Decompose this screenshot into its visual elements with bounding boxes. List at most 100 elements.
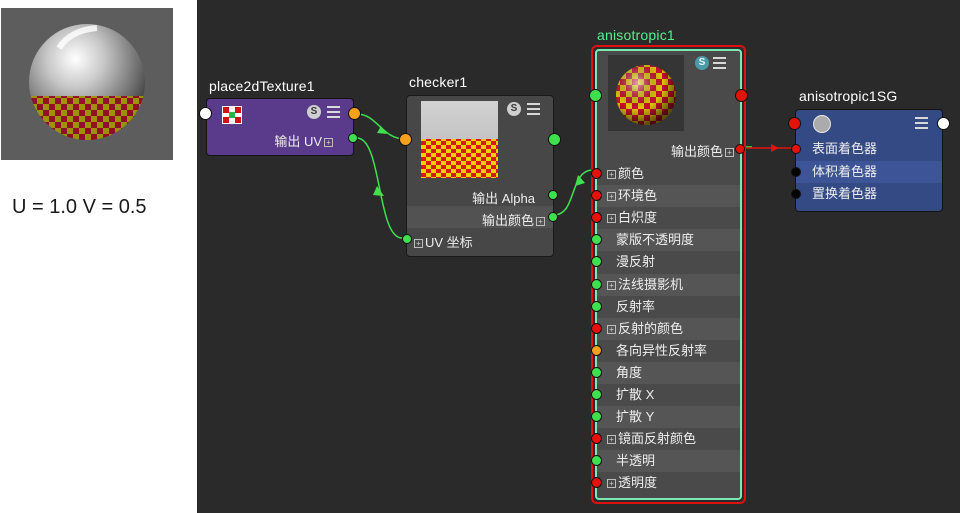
anisotropic-node[interactable]: S 输出颜色 + + 颜色 + 环境色 + 白炽度 蒙版不透明度 漫反射 + 法线摄影机 反射率 + 反射… bbox=[589, 49, 748, 500]
out-color-label: 输出颜色 bbox=[481, 213, 534, 228]
out-alpha-port[interactable] bbox=[548, 190, 558, 200]
attribute-row[interactable]: 角度 bbox=[591, 361, 740, 384]
shading-group-node-title[interactable]: anisotropic1SG bbox=[799, 88, 898, 104]
output-port-red[interactable] bbox=[735, 89, 748, 102]
attribute-label: 反射的颜色 bbox=[618, 320, 684, 336]
wire-arrow bbox=[575, 175, 585, 186]
place2d-texture-node[interactable]: S 输出 UV + bbox=[199, 98, 361, 156]
swatch-toggle-icon[interactable]: S bbox=[695, 56, 709, 70]
expand-icon[interactable]: + bbox=[414, 239, 423, 249]
checker-node[interactable]: S 输出 Alpha 输出颜色 + + UV 坐标 bbox=[399, 95, 561, 257]
attribute-port[interactable] bbox=[591, 389, 602, 400]
node-graph-editor[interactable]: place2dTexture1 S 输出 UV + checker1 S 输出 … bbox=[197, 0, 960, 513]
attribute-row[interactable]: + 法线摄影机 bbox=[591, 273, 740, 296]
out-uv-label: 输出 UV bbox=[274, 134, 322, 149]
expand-icon[interactable]: + bbox=[607, 214, 616, 224]
expand-icon[interactable]: + bbox=[607, 170, 616, 180]
wire-checker-to-aniso-color bbox=[553, 169, 594, 216]
attribute-row[interactable]: 漫反射 bbox=[591, 251, 740, 273]
attribute-row[interactable]: + 镜面反射颜色 bbox=[591, 428, 740, 450]
wire-place2d-outuv-to-uvcoord bbox=[356, 137, 403, 239]
output-port[interactable] bbox=[937, 117, 950, 130]
out-color-port[interactable] bbox=[735, 144, 745, 154]
shading-group-row[interactable]: 表面着色器 bbox=[791, 138, 942, 160]
anisotropic-node-title[interactable]: anisotropic1 bbox=[597, 27, 675, 43]
wire-place2d-to-checker-orange bbox=[356, 113, 406, 140]
shading-group-label: 表面着色器 bbox=[812, 141, 878, 156]
attribute-label: 漫反射 bbox=[616, 254, 656, 270]
attribute-port[interactable] bbox=[591, 234, 602, 246]
wire-arrow bbox=[771, 144, 779, 152]
attribute-port[interactable] bbox=[591, 477, 602, 489]
expand-icon[interactable]: + bbox=[607, 280, 616, 290]
attribute-row[interactable]: + 透明度 bbox=[591, 472, 740, 494]
checker-sphere-icon bbox=[616, 65, 676, 125]
input-port[interactable] bbox=[199, 107, 212, 120]
attribute-row[interactable]: 扩散 X bbox=[591, 384, 740, 406]
shading-group-row[interactable]: 体积着色器 bbox=[791, 160, 942, 183]
output-port-orange[interactable] bbox=[348, 107, 361, 120]
place2d-texture-icon bbox=[222, 106, 242, 124]
attribute-port[interactable] bbox=[591, 212, 602, 224]
output-port[interactable] bbox=[548, 133, 561, 146]
connection-wires bbox=[356, 113, 793, 239]
uv-coordinate-readout: U = 1.0 V = 0.5 bbox=[12, 196, 147, 218]
attribute-port[interactable] bbox=[591, 300, 602, 312]
shading-group-node[interactable]: 表面着色器体积着色器置换着色器 bbox=[788, 109, 950, 212]
shading-group-row[interactable]: 置换着色器 bbox=[791, 183, 942, 205]
expand-icon[interactable]: + bbox=[536, 217, 545, 227]
expand-icon[interactable]: + bbox=[607, 192, 616, 202]
expand-icon[interactable]: + bbox=[607, 435, 616, 445]
input-port-red[interactable] bbox=[788, 117, 801, 130]
attribute-label: 扩散 X bbox=[616, 387, 655, 402]
expand-icon[interactable]: + bbox=[324, 138, 333, 148]
out-color-port[interactable] bbox=[548, 212, 558, 222]
attribute-port[interactable] bbox=[591, 168, 602, 179]
checker-node-title[interactable]: checker1 bbox=[409, 74, 467, 90]
input-port-orange[interactable] bbox=[399, 133, 412, 146]
attribute-row[interactable]: + 颜色 bbox=[591, 163, 740, 185]
attribute-row[interactable]: 扩散 Y bbox=[591, 406, 740, 429]
out-uv-port[interactable] bbox=[348, 133, 358, 143]
swatch-toggle-icon[interactable]: S bbox=[307, 105, 321, 119]
shading-group-port[interactable] bbox=[791, 189, 801, 199]
uv-coord-port[interactable] bbox=[402, 234, 412, 244]
attribute-row[interactable]: 各向异性反射率 bbox=[591, 340, 740, 362]
input-port[interactable] bbox=[589, 89, 602, 102]
attribute-port[interactable] bbox=[591, 344, 602, 356]
material-preview-swatch bbox=[1, 8, 173, 160]
attribute-row[interactable]: + 反射的颜色 bbox=[591, 317, 740, 340]
expand-icon[interactable]: + bbox=[607, 479, 616, 489]
attribute-port[interactable] bbox=[591, 278, 602, 290]
menu-icon[interactable] bbox=[527, 103, 540, 115]
attribute-row[interactable]: 半透明 bbox=[591, 450, 740, 473]
menu-icon[interactable] bbox=[915, 117, 928, 129]
menu-icon[interactable] bbox=[713, 57, 726, 69]
attribute-port[interactable] bbox=[591, 455, 602, 467]
attribute-port[interactable] bbox=[591, 411, 602, 423]
attribute-port[interactable] bbox=[591, 322, 602, 334]
uv-coord-label: UV 坐标 bbox=[425, 235, 473, 250]
out-color-label: 输出颜色 bbox=[670, 144, 723, 159]
shading-group-label: 体积着色器 bbox=[812, 163, 878, 179]
wire-arrow bbox=[377, 126, 387, 134]
attribute-label: 蒙版不透明度 bbox=[616, 232, 695, 248]
attribute-row[interactable]: + 环境色 bbox=[591, 185, 740, 208]
attribute-port[interactable] bbox=[591, 256, 602, 268]
attribute-label: 法线摄影机 bbox=[618, 276, 684, 292]
menu-icon[interactable] bbox=[327, 106, 340, 118]
expand-icon[interactable]: + bbox=[607, 324, 616, 334]
shading-group-port[interactable] bbox=[791, 166, 801, 177]
expand-icon[interactable]: + bbox=[725, 148, 734, 158]
attribute-port[interactable] bbox=[591, 190, 602, 202]
anisotropic-preview-swatch bbox=[608, 55, 684, 131]
attribute-port[interactable] bbox=[591, 366, 602, 378]
attribute-label: 半透明 bbox=[616, 453, 656, 469]
attribute-port[interactable] bbox=[591, 433, 602, 445]
shading-group-port[interactable] bbox=[791, 144, 801, 154]
place2d-node-title[interactable]: place2dTexture1 bbox=[209, 78, 315, 94]
attribute-row[interactable]: 反射率 bbox=[591, 296, 740, 318]
swatch-toggle-icon[interactable]: S bbox=[507, 102, 521, 116]
attribute-row[interactable]: 蒙版不透明度 bbox=[591, 229, 740, 252]
attribute-row[interactable]: + 白炽度 bbox=[591, 207, 740, 229]
